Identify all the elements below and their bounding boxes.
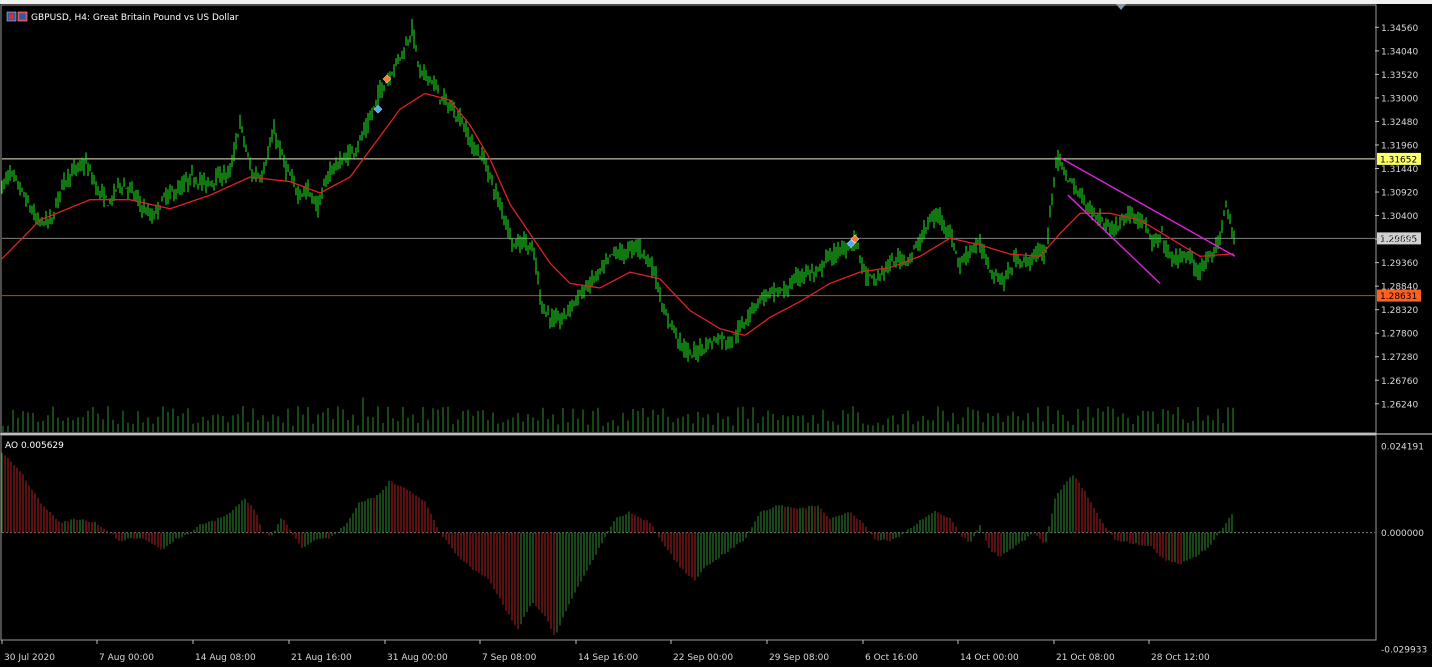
price-tick-label: 1.33000 xyxy=(1381,94,1418,104)
price-axis[interactable]: 1.34560 1.34040 1.33520 1.33000 1.32480 1.319… xyxy=(1375,24,1418,410)
currency-flag-icon xyxy=(17,11,28,22)
ao-tick-label: 0.024191 xyxy=(1381,443,1424,453)
price-tick-label: 1.31440 xyxy=(1381,165,1418,175)
time-tick-label: 28 Oct 12:00 xyxy=(1151,653,1210,663)
price-tick-label: 1.29880 xyxy=(1381,236,1418,246)
price-tick-label: 1.32480 xyxy=(1381,118,1418,128)
trade-marker-2[interactable] xyxy=(373,104,383,114)
time-tick-label: 6 Oct 16:00 xyxy=(865,653,918,663)
ma-line xyxy=(1,92,1234,336)
time-tick-label: 7 Aug 00:00 xyxy=(99,653,154,663)
chart-window[interactable]: 1.31652 1.29895 1.28631 1.34560 1.34040 1.33… xyxy=(0,4,1432,667)
window-frame: 1.31652 1.29895 1.28631 1.34560 1.34040 1.33… xyxy=(0,0,1432,667)
price-tick-label: 1.26760 xyxy=(1381,377,1418,387)
resistance-level-badge-label: 1.31652 xyxy=(1380,155,1417,165)
chart-svg[interactable]: 1.316521.298951.28631 1.34560 1.34040 1.33… xyxy=(0,4,1432,667)
symbol-icon[interactable] xyxy=(6,11,17,22)
trendline-2[interactable] xyxy=(1067,194,1161,284)
time-tick-label: 14 Aug 08:00 xyxy=(195,653,256,663)
price-tick-label: 1.31960 xyxy=(1381,141,1418,151)
price-tick-label: 1.27800 xyxy=(1381,330,1418,340)
time-tick-label: 14 Sep 16:00 xyxy=(578,653,638,663)
price-tick-label: 1.28320 xyxy=(1381,306,1418,316)
time-tick-label: 7 Sep 08:00 xyxy=(482,653,537,663)
price-tick-label: 1.27280 xyxy=(1381,353,1418,363)
volume-bars xyxy=(2,397,1234,432)
horizontal-levels[interactable]: 1.316521.298951.28631 xyxy=(2,152,1421,302)
time-tick-label: 21 Oct 08:00 xyxy=(1056,653,1115,663)
price-tick-label: 1.29360 xyxy=(1381,259,1418,269)
trendlines[interactable] xyxy=(1059,157,1236,284)
chart-shift-icon[interactable] xyxy=(1116,4,1126,10)
time-tick-label: 29 Sep 08:00 xyxy=(769,653,829,663)
ao-tick-label: 0.000000 xyxy=(1381,529,1424,539)
time-tick-label: 30 Jul 2020 xyxy=(4,653,55,663)
trade-markers[interactable] xyxy=(373,74,860,248)
price-candles xyxy=(1,18,1235,363)
time-axis[interactable]: 30 Jul 2020 7 Aug 00:00 14 Aug 08:00 21 Aug… xyxy=(1,640,1210,663)
ao-axis[interactable]: 0.024191 0.000000 -0.029933 xyxy=(1381,443,1427,656)
time-tick-label: 14 Oct 00:00 xyxy=(960,653,1019,663)
price-tick-label: 1.26240 xyxy=(1381,400,1418,410)
time-tick-label: 31 Aug 00:00 xyxy=(387,653,448,663)
price-tick-label: 1.33520 xyxy=(1381,71,1418,81)
chart-title: GBPUSD, H4: Great Britain Pound vs US Do… xyxy=(31,13,239,23)
time-tick-label: 22 Sep 00:00 xyxy=(673,653,733,663)
price-tick-label: 1.34560 xyxy=(1381,24,1418,34)
price-tick-label: 1.30920 xyxy=(1381,189,1418,199)
moving-average xyxy=(1,92,1234,336)
price-tick-label: 1.30400 xyxy=(1381,212,1418,222)
price-tick-label: 1.34040 xyxy=(1381,47,1418,57)
support-level-badge-label: 1.28631 xyxy=(1380,292,1417,302)
ao-indicator-label: AO 0.005629 xyxy=(5,441,64,451)
time-tick-label: 21 Aug 16:00 xyxy=(291,653,352,663)
ao-tick-label: -0.029933 xyxy=(1381,646,1427,656)
price-tick-label: 1.28840 xyxy=(1381,283,1418,293)
ao-histogram xyxy=(1,452,1375,635)
